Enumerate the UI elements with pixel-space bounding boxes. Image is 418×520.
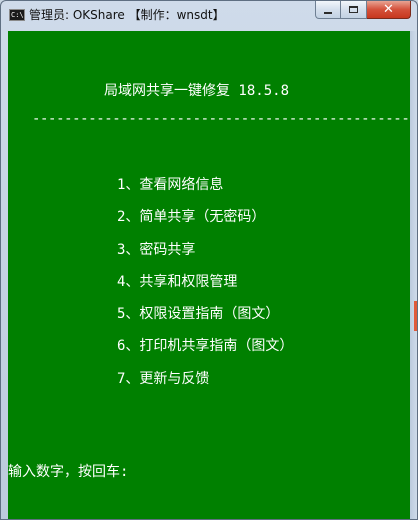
- minimize-icon: [324, 11, 332, 14]
- caption-buttons: ✕: [315, 1, 411, 21]
- menu-list: 1、查看网络信息 2、简单共享（无密码） 3、密码共享 4、共享和权限管理 5、…: [117, 174, 293, 400]
- close-icon: ✕: [383, 2, 394, 17]
- window-right-edge: [410, 31, 417, 519]
- window-title: 管理员: OKShare 【制作：wnsdt】: [29, 8, 225, 22]
- minimize-button[interactable]: [315, 1, 341, 19]
- menu-item-printer-guide: 6、打印机共享指南（图文）: [117, 338, 294, 355]
- menu-item-network-info: 1、查看网络信息: [117, 177, 224, 193]
- app-header-title: 局域网共享一键修复 18.5.8: [104, 83, 290, 99]
- menu-item-password-share: 3、密码共享: [117, 241, 196, 258]
- maximize-icon: [349, 6, 358, 13]
- console-output[interactable]: 局域网共享一键修复 18.5.8 -----------------------…: [8, 31, 411, 519]
- background-marker: [414, 301, 417, 331]
- close-button[interactable]: ✕: [367, 1, 411, 19]
- menu-item-permission-guide: 5、权限设置指南（图文）: [117, 306, 280, 323]
- menu-item-share-permissions: 4、共享和权限管理: [117, 273, 238, 290]
- maximize-button[interactable]: [341, 1, 367, 19]
- input-prompt[interactable]: 输入数字，按回车:: [8, 461, 128, 481]
- menu-item-simple-share: 2、简单共享（无密码）: [117, 209, 266, 226]
- prompt-label: 输入数字，按回车:: [8, 464, 129, 480]
- console-window: C:\ 管理员: OKShare 【制作：wnsdt】 ✕ 局域网共享一键修复 …: [0, 0, 418, 520]
- console-icon[interactable]: C:\: [9, 9, 25, 21]
- divider-line: ----------------------------------------…: [32, 111, 411, 127]
- menu-item-update-feedback: 7、更新与反馈: [117, 370, 210, 387]
- title-bar[interactable]: C:\ 管理员: OKShare 【制作：wnsdt】 ✕: [1, 1, 417, 31]
